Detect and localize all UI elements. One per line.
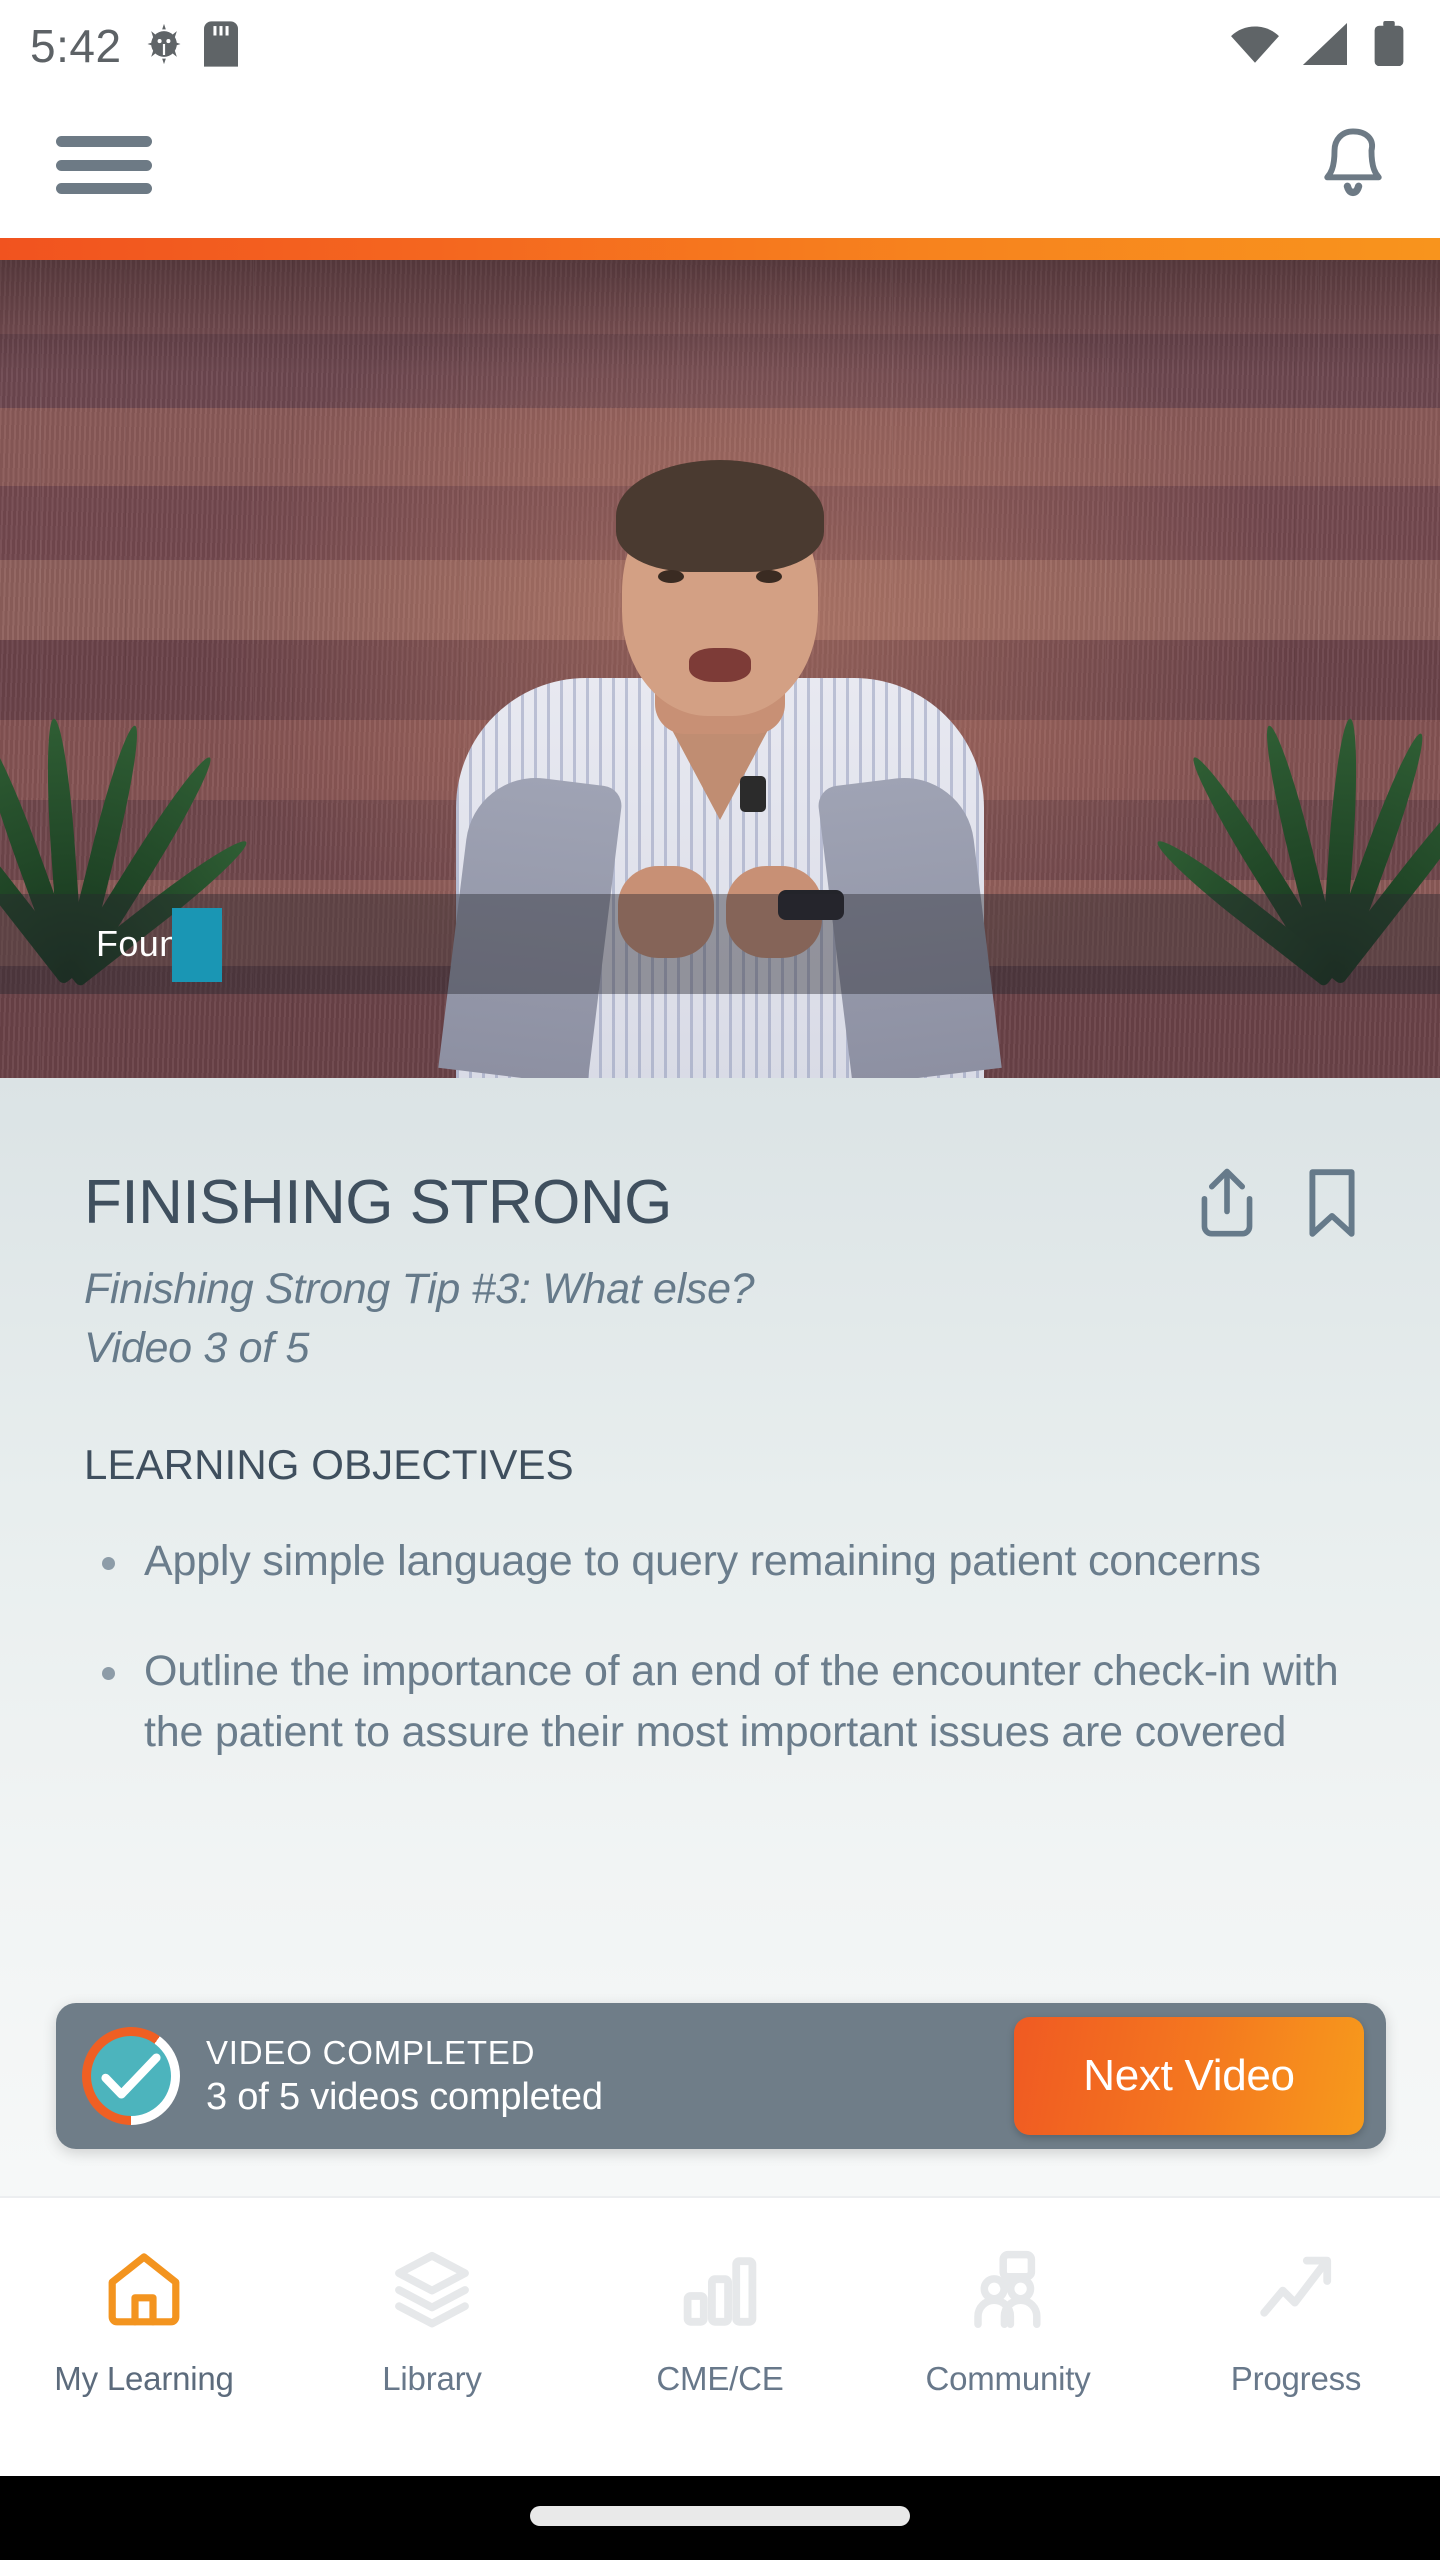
- check-circle-inner: [91, 2036, 171, 2116]
- status-bar-right-icons: [1230, 20, 1406, 72]
- home-icon: [102, 2242, 186, 2338]
- tab-label: Progress: [1230, 2360, 1362, 2397]
- next-video-button[interactable]: Next Video: [1014, 2017, 1364, 2135]
- tab-label: My Learning: [54, 2360, 234, 2397]
- video-subtitle-line2: Video 3 of 5: [84, 1324, 310, 1373]
- video-completed-banner: VIDEO COMPLETED 3 of 5 videos completed …: [56, 2003, 1386, 2149]
- video-player[interactable]: Foun: [0, 260, 1440, 1078]
- tab-cme-ce[interactable]: CME/CE: [576, 2242, 864, 2398]
- gesture-pill[interactable]: [530, 2506, 910, 2526]
- video-caption-text: Foun: [96, 923, 180, 964]
- banner-text: VIDEO COMPLETED 3 of 5 videos completed: [206, 2034, 603, 2119]
- objectives-heading: LEARNING OBJECTIVES: [84, 1440, 574, 1488]
- status-badge: VIDEO COMPLETED: [206, 2033, 536, 2071]
- tab-label: CME/CE: [656, 2360, 784, 2397]
- video-caption-overlay: Foun: [0, 894, 1440, 994]
- video-caption-block: [172, 908, 222, 982]
- tab-community[interactable]: Community: [864, 2242, 1152, 2398]
- accent-bar: [0, 238, 1440, 260]
- bookmark-icon[interactable]: [1304, 1166, 1360, 1240]
- tab-my-learning[interactable]: My Learning: [0, 2242, 288, 2398]
- bottom-navigation: My Learning Library CME/CE Community Pro…: [0, 2196, 1440, 2476]
- status-bar-clock: 5:42: [30, 20, 122, 72]
- tab-label: Library: [382, 2360, 482, 2397]
- android-bug-icon: [142, 22, 186, 71]
- plant-left: [0, 548, 254, 1078]
- title-actions: [1196, 1162, 1360, 1240]
- app-header: [0, 92, 1440, 238]
- cellular-signal-icon: [1302, 22, 1350, 70]
- trending-up-icon: [1254, 2242, 1338, 2338]
- battery-icon: [1372, 20, 1406, 72]
- wifi-icon: [1230, 23, 1280, 70]
- status-bar: 5:42: [0, 0, 1440, 92]
- status-bar-left-icons: [142, 20, 238, 72]
- bar-chart-icon: [678, 2242, 762, 2338]
- learning-objectives-list: Apply simple language to query remaining…: [84, 1531, 1360, 1765]
- progress-text: 3 of 5 videos completed: [206, 2075, 603, 2118]
- title-row: FINISHING STRONG: [84, 1162, 1360, 1240]
- tab-progress[interactable]: Progress: [1152, 2242, 1440, 2398]
- share-icon[interactable]: [1196, 1166, 1258, 1240]
- list-item: Outline the importance of an end of the …: [84, 1641, 1360, 1765]
- lapel-microphone: [740, 776, 766, 812]
- tab-library[interactable]: Library: [288, 2242, 576, 2398]
- people-group-icon: [966, 2242, 1050, 2338]
- video-subtitle-line1: Finishing Strong Tip #3: What else?: [84, 1265, 755, 1313]
- system-gesture-bar: [0, 2476, 1440, 2560]
- tab-label: Community: [925, 2360, 1091, 2397]
- list-item: Apply simple language to query remaining…: [84, 1531, 1360, 1593]
- page-title: FINISHING STRONG: [84, 1168, 672, 1237]
- layers-icon: [390, 2242, 474, 2338]
- bell-icon[interactable]: [1310, 119, 1396, 211]
- sd-card-icon: [203, 20, 238, 72]
- hamburger-menu-icon[interactable]: [56, 132, 156, 198]
- check-circle-icon: [82, 2027, 180, 2125]
- plant-right: [1150, 548, 1440, 1078]
